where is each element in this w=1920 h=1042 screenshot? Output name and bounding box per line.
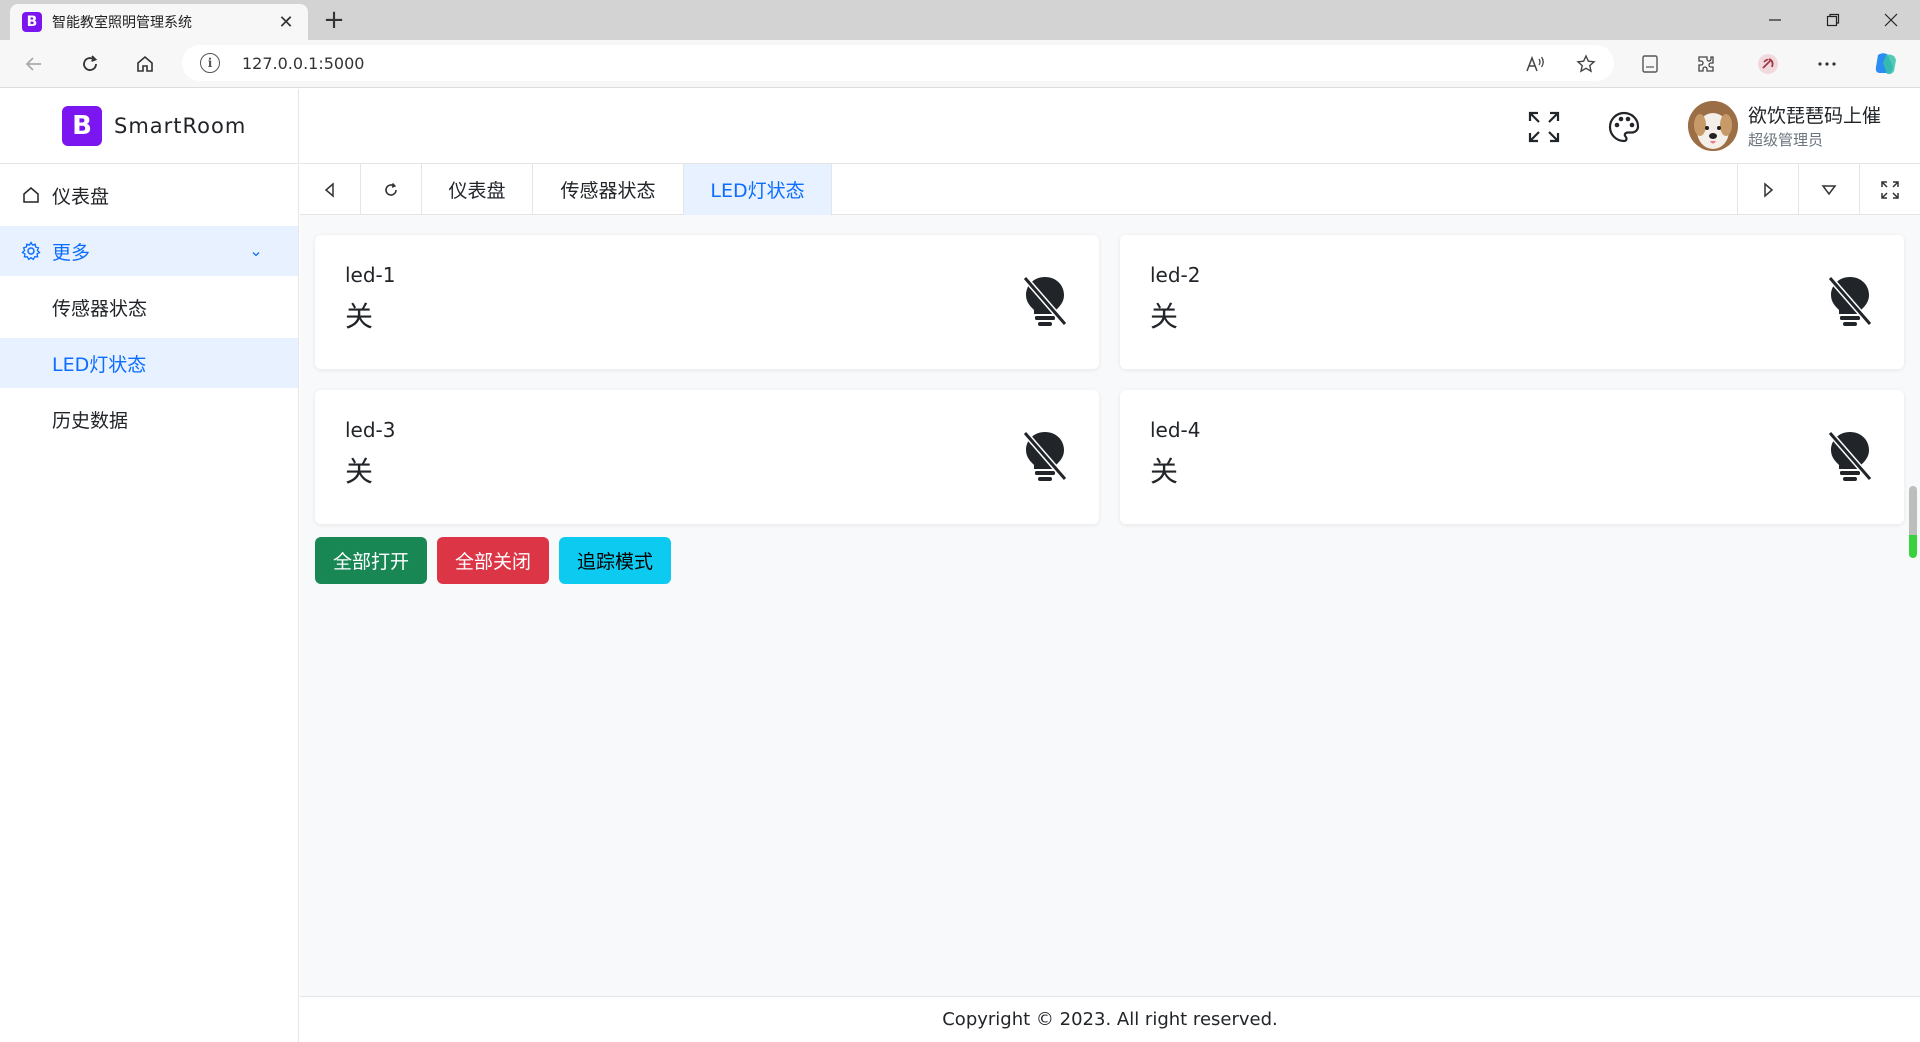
top-header: 欲饮琵琶码上催 超级管理员 — [300, 89, 1920, 164]
tab-sensor-status[interactable]: 传感器状态 — [533, 164, 684, 215]
led-card: led-4 关 — [1120, 390, 1904, 524]
reload-icon[interactable] — [72, 48, 108, 80]
user-role: 超级管理员 — [1748, 131, 1824, 149]
tab-label: LED灯状态 — [710, 180, 805, 202]
led-card: led-1 关 — [315, 235, 1099, 369]
tabs-dropdown-button[interactable] — [1798, 164, 1859, 215]
address-bar[interactable]: i 127.0.0.1:5000 — [182, 45, 1614, 81]
address-url: 127.0.0.1:5000 — [242, 53, 365, 73]
led-name: led-3 — [345, 418, 396, 442]
sidebar-item-label: 更多 — [52, 241, 91, 264]
app-root: B SmartRoom 仪表盘 更多 传感器状态 LED灯状态 历史数据 欲饮琵… — [0, 89, 1920, 1042]
brand-logo-icon: B — [62, 106, 102, 146]
tab-fullscreen-button[interactable] — [1859, 164, 1920, 215]
sidebar-item-label: 仪表盘 — [52, 185, 110, 208]
browser-toolbar: i 127.0.0.1:5000 — [0, 40, 1920, 88]
led-card: led-2 关 — [1120, 235, 1904, 369]
sidebar-item-label: 传感器状态 — [52, 297, 148, 320]
main-area: 欲饮琵琶码上催 超级管理员 仪表盘 传感器状态 LED灯状态 led-1 关 l… — [300, 89, 1920, 1042]
lightbulb-off-icon — [1023, 276, 1067, 326]
site-info-icon[interactable]: i — [200, 53, 220, 73]
led-state: 关 — [1150, 455, 1179, 488]
led-name: led-1 — [345, 263, 396, 287]
sidebar-item-history-data[interactable]: 历史数据 — [0, 394, 298, 444]
led-state: 关 — [345, 455, 374, 488]
tracking-mode-button[interactable]: 追踪模式 — [559, 537, 671, 584]
sidebar-item-sensor-status[interactable]: 传感器状态 — [0, 282, 298, 332]
copilot-icon[interactable] — [1870, 48, 1902, 80]
avatar[interactable] — [1688, 101, 1738, 151]
lightbulb-off-icon — [1828, 431, 1872, 481]
read-aloud-icon[interactable] — [1520, 48, 1552, 80]
led-name: led-2 — [1150, 263, 1201, 287]
close-window-button[interactable] — [1862, 0, 1920, 40]
restore-button[interactable] — [1804, 0, 1862, 40]
browser-tab-title: 智能教室照明管理系统 — [52, 15, 192, 31]
sidebar-item-dashboard[interactable]: 仪表盘 — [0, 170, 298, 220]
gear-icon — [20, 240, 42, 262]
minimize-button[interactable] — [1746, 0, 1804, 40]
new-tab-button[interactable]: + — [316, 4, 352, 36]
browser-tab[interactable]: B 智能教室照明管理系统 ✕ — [10, 4, 308, 40]
reading-view-icon[interactable] — [1634, 48, 1666, 80]
profile-flag-icon[interactable] — [1752, 48, 1784, 80]
lightbulb-off-icon — [1023, 431, 1067, 481]
sidebar-item-label: LED灯状态 — [52, 353, 147, 376]
led-card: led-3 关 — [315, 390, 1099, 524]
home-icon — [20, 184, 42, 206]
user-name[interactable]: 欲饮琵琶码上催 — [1748, 101, 1881, 128]
tabs-scroll-right-button[interactable] — [1737, 164, 1798, 215]
back-button[interactable] — [16, 48, 52, 80]
led-state: 关 — [345, 300, 374, 333]
lightbulb-off-icon — [1828, 276, 1872, 326]
favorite-star-icon[interactable] — [1570, 48, 1602, 80]
sidebar-item-more[interactable]: 更多 — [0, 226, 298, 276]
tab-led-status[interactable]: LED灯状态 — [684, 164, 832, 215]
refresh-tab-button[interactable] — [361, 164, 422, 215]
sidebar-item-led-status[interactable]: LED灯状态 — [0, 338, 298, 388]
fullscreen-icon[interactable] — [1524, 107, 1564, 147]
tab-label: 仪表盘 — [448, 180, 506, 202]
tabs-scroll-left-button[interactable] — [300, 164, 361, 215]
brand-name: SmartRoom — [114, 114, 247, 138]
all-off-button[interactable]: 全部关闭 — [437, 537, 549, 584]
tab-label: 传感器状态 — [560, 180, 656, 202]
favicon-icon: B — [22, 12, 42, 32]
browser-tabstrip: B 智能教室照明管理系统 ✕ + — [0, 0, 1920, 40]
all-on-button[interactable]: 全部打开 — [315, 537, 427, 584]
led-content: led-1 关 led-2 关 led-3 关 led-4 关 全部打开 全部关… — [300, 215, 1920, 988]
extensions-icon[interactable] — [1690, 48, 1722, 80]
copyright-text: Copyright © 2023. All right reserved. — [942, 1009, 1278, 1030]
led-name: led-4 — [1150, 418, 1201, 442]
footer: Copyright © 2023. All right reserved. — [300, 996, 1920, 1042]
sidebar-item-label: 历史数据 — [52, 409, 129, 432]
home-browser-icon[interactable] — [127, 48, 163, 80]
close-tab-icon[interactable]: ✕ — [274, 12, 298, 33]
page-tabs-bar: 仪表盘 传感器状态 LED灯状态 — [300, 164, 1920, 215]
palette-icon[interactable] — [1604, 107, 1644, 147]
tab-dashboard[interactable]: 仪表盘 — [422, 164, 533, 215]
sidebar: B SmartRoom 仪表盘 更多 传感器状态 LED灯状态 历史数据 — [0, 89, 299, 1042]
led-state: 关 — [1150, 300, 1179, 333]
brand[interactable]: B SmartRoom — [0, 89, 298, 164]
scrollbar-thumb[interactable] — [1909, 486, 1917, 558]
chevron-down-icon — [250, 243, 262, 265]
more-options-icon[interactable] — [1811, 48, 1843, 80]
